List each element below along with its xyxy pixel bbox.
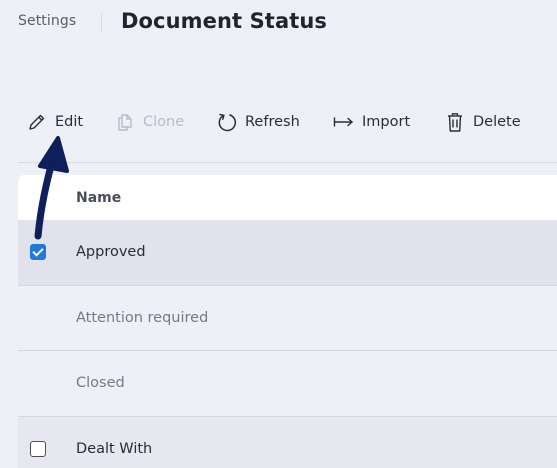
table-row[interactable]: Approved — [18, 220, 557, 286]
breadcrumb-settings[interactable]: Settings — [18, 13, 76, 29]
edit-label: Edit — [55, 114, 84, 130]
page-title: Document Status — [121, 9, 328, 33]
row-name: Attention required — [76, 309, 209, 326]
table-row[interactable]: Attention required — [18, 285, 557, 351]
breadcrumb-divider — [101, 14, 102, 32]
table-row[interactable]: Dealt With — [18, 416, 557, 468]
refresh-label: Refresh — [245, 114, 300, 130]
clone-label: Clone — [143, 114, 185, 130]
clone-button[interactable]: Clone — [114, 104, 184, 140]
trash-icon — [444, 111, 466, 133]
row-name: Closed — [76, 375, 125, 392]
status-table: Name Approved Attention required Closed … — [18, 175, 557, 468]
table-header: Name — [18, 175, 557, 220]
toolbar: Edit Clone Refresh Import Delete — [0, 104, 557, 140]
refresh-button[interactable]: Refresh — [216, 104, 300, 140]
page-header: Settings Document Status — [0, 0, 557, 48]
refresh-icon — [216, 111, 238, 133]
pencil-icon — [26, 111, 48, 133]
delete-button[interactable]: Delete — [444, 104, 521, 140]
copy-icon — [114, 111, 136, 133]
import-label: Import — [362, 114, 411, 130]
row-name: Dealt With — [76, 441, 153, 458]
table-row[interactable]: Closed — [18, 351, 557, 417]
toolbar-divider — [18, 162, 557, 163]
column-header-name[interactable]: Name — [76, 190, 121, 206]
edit-button[interactable]: Edit — [26, 104, 83, 140]
row-name: Approved — [76, 244, 146, 261]
row-checkbox[interactable] — [30, 441, 46, 458]
import-arrow-icon — [333, 111, 355, 133]
row-checkbox[interactable] — [30, 244, 46, 261]
settings-page: Settings Document Status Edit Clone Refr… — [0, 0, 557, 468]
import-button[interactable]: Import — [333, 104, 410, 140]
delete-label: Delete — [473, 114, 521, 130]
